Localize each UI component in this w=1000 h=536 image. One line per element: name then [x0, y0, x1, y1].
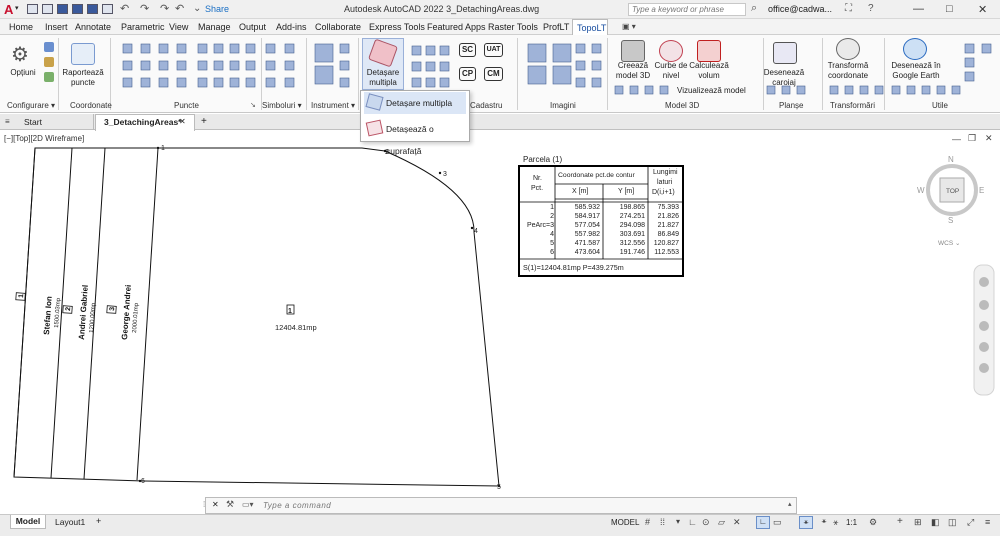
cmd-grip-icon[interactable]: ⁞ [203, 500, 205, 509]
row6-d: 112.553 [654, 249, 679, 256]
row5-pt: 5 [550, 240, 554, 247]
parcel-table-title: Parcela (1) [523, 155, 563, 164]
main-parcel-number: 1 [288, 308, 292, 315]
tab-layout1[interactable]: Layout1 [55, 517, 85, 527]
snap-dropdown-icon[interactable]: ▾ [676, 517, 680, 526]
vertex-label-5: 5 [497, 484, 501, 491]
workspace-gear-icon[interactable]: ⚙ [869, 517, 877, 528]
annotation-monitor-icon[interactable]: + [897, 516, 903, 527]
row2-d: 21.826 [657, 213, 679, 220]
annotation-visibility-icon[interactable]: ⚹ [799, 516, 813, 529]
parcel-table: Nr. Pct. Coordonate pct.de contur X [m] … [518, 165, 684, 277]
row1-d: 75.393 [657, 204, 679, 211]
grid-icon[interactable]: # [645, 517, 650, 527]
table-footer: S(1)=12404.81mp P=439.275m [523, 263, 624, 272]
compass-e: E [979, 186, 984, 195]
isodraft-icon[interactable]: ▱ [718, 517, 725, 528]
row6-pt: 6 [550, 249, 554, 256]
header-nr: Nr. [533, 175, 542, 182]
viewcube: TOP N S E W WCS ⌄ [917, 155, 984, 247]
header-y: Y [m] [618, 188, 635, 195]
row4-d: 86.849 [657, 231, 679, 238]
snap-icon[interactable]: ⁞⁞ [660, 517, 665, 527]
header-laturi: laturi [657, 179, 673, 186]
compass-w: W [917, 186, 925, 195]
add-layout-button[interactable]: + [96, 516, 101, 526]
strip-line-1 [13, 147, 36, 478]
header-pct: Pct. [531, 185, 544, 192]
row4-y: 303.691 [619, 231, 645, 238]
header-d: D(i,i+1) [652, 189, 675, 196]
cmd-close-icon[interactable]: ✕ [212, 500, 219, 509]
vertex-label-6: 6 [141, 478, 145, 485]
annotation-scale-icon[interactable]: ⚹ [833, 517, 838, 528]
strip3-number: 3 [109, 307, 116, 311]
osnap-icon[interactable]: ∟ [756, 516, 770, 529]
row6-y: 191.746 [619, 249, 645, 256]
row4-pt: 4 [550, 231, 554, 238]
row1-pt: 1 [550, 204, 554, 211]
row3-d: 21.827 [657, 222, 679, 229]
row5-d: 120.827 [653, 240, 679, 247]
quick-properties-icon[interactable]: ◧ [931, 517, 940, 528]
hardware-acceleration-icon[interactable]: ◫ [948, 517, 957, 528]
vertex-label-4: 4 [474, 228, 478, 235]
header-x: X [m] [572, 188, 589, 195]
row3-y: 294.098 [619, 222, 645, 229]
main-parcel-area: 12404.81mp [275, 323, 317, 332]
lineweight-icon[interactable]: ▭ [773, 517, 782, 528]
strip2-area: 1200.00mp [89, 302, 97, 333]
strip3-name: George Andrei [120, 284, 133, 340]
row1-x: 585.932 [574, 204, 600, 211]
row4-x: 557.982 [574, 231, 600, 238]
viewcube-top: TOP [946, 188, 959, 195]
row1-y: 198.865 [619, 204, 645, 211]
row5-x: 471.587 [574, 240, 600, 247]
customize-menu-icon[interactable]: ≡ [985, 517, 990, 527]
wcs-menu: WCS ⌄ [938, 240, 960, 247]
row2-y: 274.251 [619, 213, 645, 220]
strip1-number: 1 [18, 294, 25, 298]
parcel-drawing: 1 2 3 4 5 6 1 12404.81mp 1 Stefan Ion 1 5… [13, 145, 995, 491]
cmd-history-icon[interactable]: ▭▾ [242, 500, 254, 509]
ortho-icon[interactable]: ∟ [688, 517, 697, 527]
command-input[interactable]: Type a command [263, 501, 331, 510]
units-icon[interactable]: ⊞ [914, 517, 922, 528]
header-coord: Coordonate pct.de contur [558, 172, 635, 179]
polar-icon[interactable]: ⊙ [702, 517, 710, 528]
compass-n: N [948, 155, 954, 164]
osnap-tracking-icon[interactable]: ✕ [733, 517, 741, 528]
row3-pt: PeArc=3 [526, 222, 554, 229]
cmd-dropdown-icon[interactable]: ▴ [788, 500, 792, 508]
strip2-number: 2 [65, 307, 72, 311]
row3-x: 577.054 [574, 222, 600, 229]
row2-x: 584.917 [574, 213, 600, 220]
strip3-area: 2000.01mp [132, 302, 140, 333]
vertex-label-1: 1 [161, 145, 165, 152]
wrench-icon[interactable]: ⚒ [226, 499, 234, 510]
row5-y: 312.556 [619, 240, 645, 247]
model-space-toggle[interactable]: MODEL [611, 518, 639, 527]
autoscale-icon[interactable]: ⚹ [817, 516, 831, 529]
strip1-name: Stefan Ion [42, 296, 54, 335]
strip-line-4 [136, 147, 159, 481]
vertex-label-3: 3 [443, 171, 447, 178]
row6-x: 473.604 [574, 249, 600, 256]
row2-pt: 2 [550, 213, 554, 220]
header-lungimi: Lungimi [653, 169, 678, 176]
fullscreen-icon[interactable]: ⤢ [967, 517, 974, 528]
tab-model[interactable]: Model [10, 515, 46, 529]
compass-s: S [948, 216, 953, 225]
scale-selector[interactable]: 1:1 [846, 518, 857, 527]
strip2-name: Andrei Gabriel [77, 285, 90, 341]
